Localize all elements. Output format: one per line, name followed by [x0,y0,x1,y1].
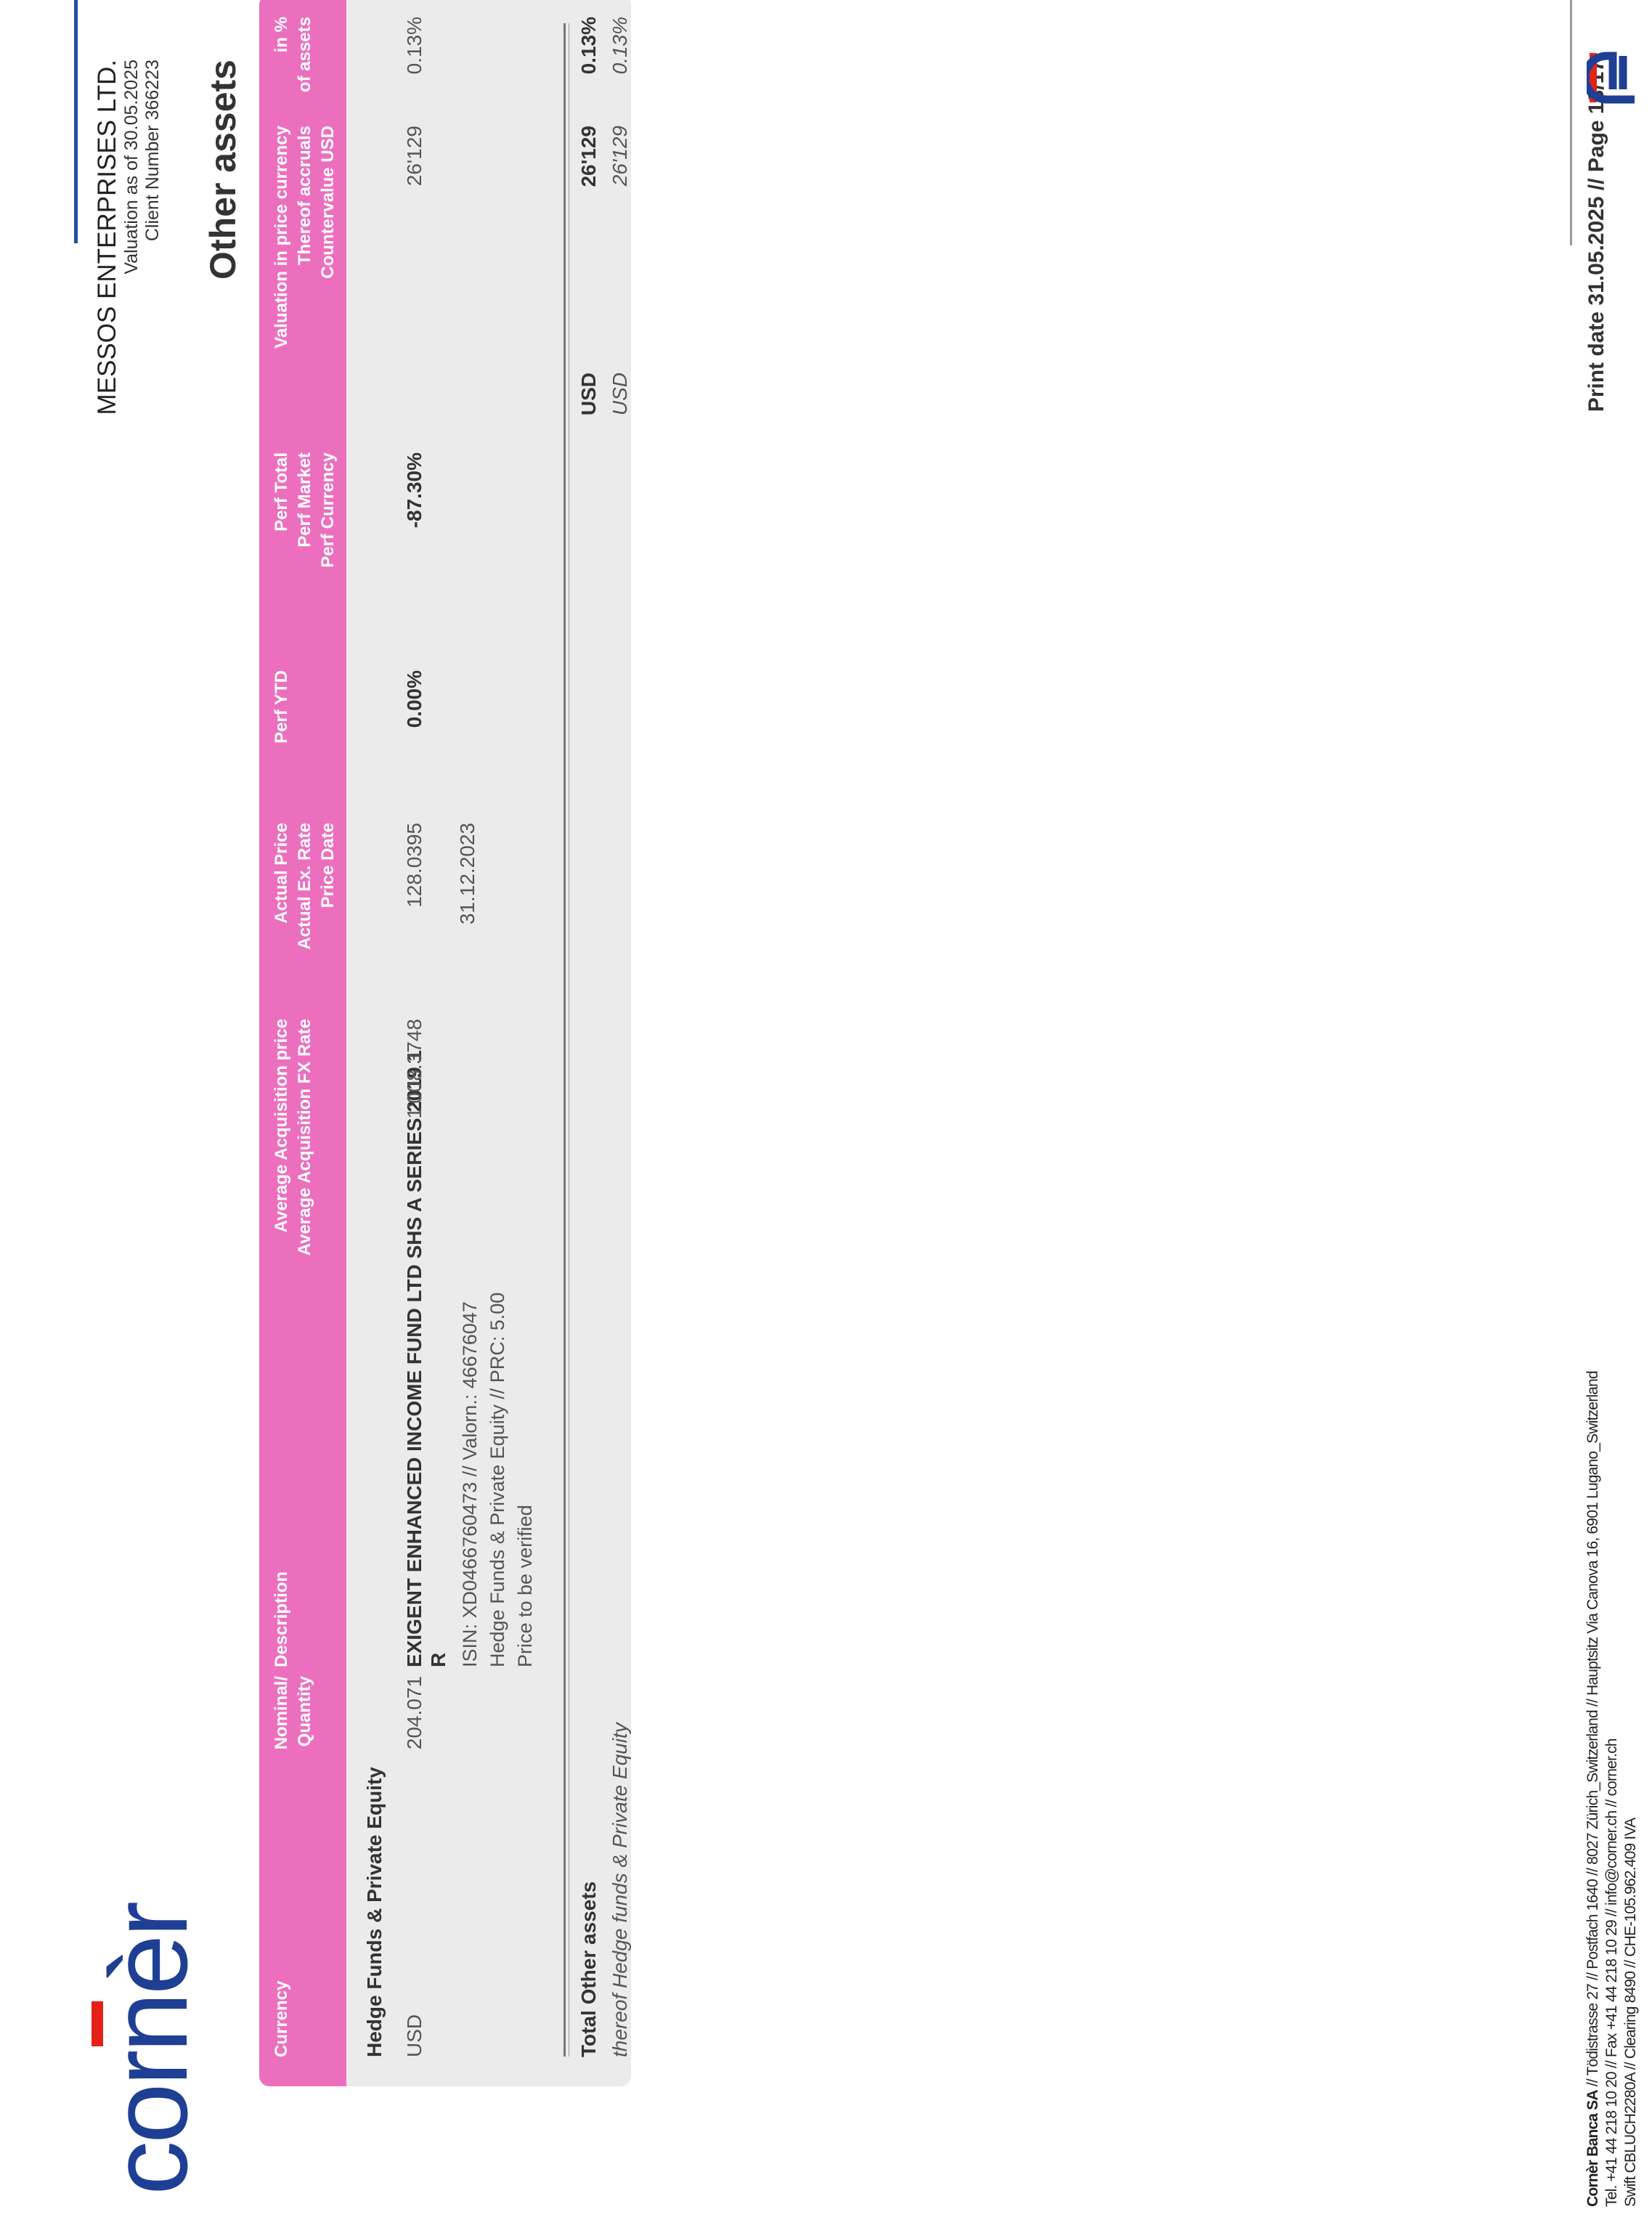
row-asset-class: Hedge Funds & Private Equity // PRC: 5.0… [487,1292,508,1667]
row-actual-price: 128.0395 [403,823,426,908]
col-avg-acq-label-2: Average Acquisition FX Rate [295,1019,314,1256]
col-actual-label-3: Price Date [318,823,338,908]
group-title: Hedge Funds & Private Equity [363,1767,386,2057]
col-nominal-label-2: Quantity [295,1676,314,1747]
col-valuation-label-3: Countervalue USD [318,126,338,279]
col-perf-total-label-3: Perf Currency [318,452,338,568]
footer-contact: Tel. +41 44 218 10 20 // Fax +41 44 218 … [1603,1738,1620,2207]
total-currency: USD [577,373,600,416]
row-avg-acq-price: 1'008.3748 [403,1019,426,1119]
thereof-currency: USD [609,373,631,416]
thereof-pct: 0.13% [609,17,631,75]
col-actual-price: Actual Price Actual Ex. Rate Price Date [270,823,340,997]
col-valuation: Valuation in price currency Thereof accr… [270,126,340,387]
col-perf-ytd: Perf YTD [272,670,291,744]
col-valuation-label-1: Valuation in price currency [272,126,291,349]
client-name: MESSOS ENTERPRISES LTD. [93,60,121,415]
row-pct-assets: 0.13% [403,17,426,75]
col-description: Description [272,1571,291,1667]
total-valuation: 26'129 [577,126,600,187]
col-nominal-label-1: Nominal/ [272,1676,291,1750]
row-description-cont: R [427,1652,449,1667]
valuation-date: Valuation as of 30.05.2025 [121,60,142,274]
col-actual-label-1: Actual Price [272,823,291,924]
col-pct-label-2: of assets [295,17,314,93]
col-avg-acquisition: Average Acquisition price Average Acquis… [270,1019,317,1295]
footer-address-text: // Tödistrasse 27 // Postfach 1640 // 80… [1584,1371,1601,2091]
total-label: Total Other assets [577,1881,600,2057]
client-number: Client Number 366223 [142,60,163,242]
col-pct-label-1: in % [272,17,291,53]
total-divider [563,23,566,2057]
col-valuation-label-2: Thereof accruals [295,126,314,266]
col-perf-total-label-2: Perf Market [295,452,314,548]
row-isin: ISIN: XD0466760473 // Valorn.: 46676047 [459,1301,481,1667]
print-rule [1570,0,1572,245]
row-perf-ytd: 0.00% [403,670,426,728]
corner-logo: cornèr [88,1903,210,2195]
row-quantity: 204.071 [403,1676,426,1750]
print-date: Print date 31.05.2025 // Page 13/17 [1584,60,1608,412]
thereof-label: thereof Hedge funds & Private Equity [609,1722,631,2057]
header-rule [74,0,78,243]
logo-accent [91,2001,103,2046]
col-currency: Currency [272,1980,291,2057]
col-perf-total: Perf Total Perf Market Perf Currency [270,452,340,619]
col-avg-acq-label-1: Average Acquisition price [272,1019,291,1233]
row-perf-total: -87.30% [403,452,426,529]
row-note: Price to be verified [514,1505,536,1667]
brand-mark-icon [1587,52,1635,104]
footer-bank-name: Cornèr Banca SA [1584,2090,1601,2207]
row-currency: USD [403,2014,426,2057]
row-valuation: 26'129 [403,126,426,187]
col-actual-label-2: Actual Ex. Rate [295,823,314,950]
col-perf-total-label-1: Perf Total [272,452,291,532]
total-pct: 0.13% [577,17,600,75]
col-nominal: Nominal/ Quantity [270,1676,317,1774]
footer-address: Cornèr Banca SA // Tödistrasse 27 // Pos… [1584,1371,1602,2207]
section-title: Other assets [203,60,243,280]
row-price-date: 31.12.2023 [456,823,479,925]
statement-page: cornèr MESSOS ENTERPRISES LTD. Valuation… [0,0,1652,2217]
footer-registration: Swift CBLUCH2280A // Clearing 8490 // CH… [1622,1818,1639,2207]
thereof-valuation: 26'129 [609,126,631,187]
col-pct-assets: in % of assets [270,17,317,126]
